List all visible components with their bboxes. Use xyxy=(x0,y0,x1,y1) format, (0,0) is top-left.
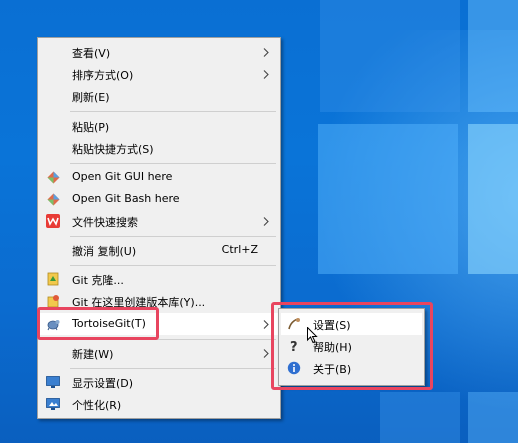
menu-item-label: 文件快速搜索 xyxy=(72,216,138,229)
menu-item-personalize[interactable]: 个性化(R) xyxy=(40,393,278,415)
wallpaper-window-pane xyxy=(468,124,518,274)
highlight-box-tortoisegit xyxy=(37,307,159,340)
menu-item-label: Git 克隆... xyxy=(72,274,124,287)
chevron-right-icon xyxy=(262,214,270,228)
personalize-icon xyxy=(46,397,60,411)
menu-item-undo-copy[interactable]: 撤消 复制(U) Ctrl+Z xyxy=(40,239,278,261)
menu-item-new[interactable]: 新建(W) xyxy=(40,342,278,364)
mouse-cursor-icon xyxy=(307,327,318,344)
menu-item-open-git-bash[interactable]: Open Git Bash here xyxy=(40,188,278,210)
menu-item-label: 新建(W) xyxy=(72,348,114,361)
chevron-right-icon xyxy=(262,317,270,331)
git-create-repo-icon xyxy=(46,294,60,308)
wps-icon xyxy=(46,214,60,228)
menu-item-refresh[interactable]: 刷新(E) xyxy=(40,85,278,107)
menu-item-label: 粘贴(P) xyxy=(72,121,110,134)
menu-item-label: 排序方式(O) xyxy=(72,69,134,82)
menu-item-label: 粘贴快捷方式(S) xyxy=(72,143,154,156)
menu-item-shortcut: Ctrl+Z xyxy=(221,243,258,256)
chevron-right-icon xyxy=(262,45,270,59)
chevron-right-icon xyxy=(262,346,270,360)
menu-item-paste[interactable]: 粘贴(P) xyxy=(40,115,278,137)
wallpaper-window-pane xyxy=(380,392,460,443)
menu-separator xyxy=(70,163,276,164)
menu-item-git-clone[interactable]: Git 克隆... xyxy=(40,268,278,290)
desktop-context-menu: 查看(V) 排序方式(O) 刷新(E) 粘贴(P) 粘贴快捷方式(S) Open… xyxy=(37,37,281,419)
menu-item-label: 撤消 复制(U) xyxy=(72,245,137,258)
highlight-box-submenu xyxy=(271,302,433,390)
menu-item-open-git-gui[interactable]: Open Git GUI here xyxy=(40,166,278,188)
menu-item-label: 个性化(R) xyxy=(72,399,122,412)
display-icon xyxy=(46,375,60,389)
menu-item-display-settings[interactable]: 显示设置(D) xyxy=(40,371,278,393)
git-diamond-icon xyxy=(46,192,60,206)
menu-item-label: Open Git Bash here xyxy=(72,192,180,205)
chevron-right-icon xyxy=(262,67,270,81)
menu-separator xyxy=(70,265,276,266)
menu-item-label: Open Git GUI here xyxy=(72,170,173,183)
menu-item-sort-by[interactable]: 排序方式(O) xyxy=(40,63,278,85)
menu-item-view[interactable]: 查看(V) xyxy=(40,41,278,63)
menu-item-paste-shortcut[interactable]: 粘贴快捷方式(S) xyxy=(40,137,278,159)
menu-item-label: 显示设置(D) xyxy=(72,377,134,390)
menu-separator xyxy=(70,368,276,369)
wallpaper-window-pane xyxy=(318,124,458,274)
wallpaper-window-pane xyxy=(468,0,518,112)
menu-separator xyxy=(70,111,276,112)
git-diamond-icon xyxy=(46,170,60,184)
menu-item-label: 查看(V) xyxy=(72,47,111,60)
wallpaper-window-pane xyxy=(320,0,460,112)
menu-item-file-quick-search[interactable]: 文件快速搜索 xyxy=(40,210,278,232)
git-clone-icon xyxy=(46,272,60,286)
menu-separator xyxy=(70,236,276,237)
wallpaper-window-pane xyxy=(468,392,518,443)
menu-item-label: 刷新(E) xyxy=(72,91,110,104)
